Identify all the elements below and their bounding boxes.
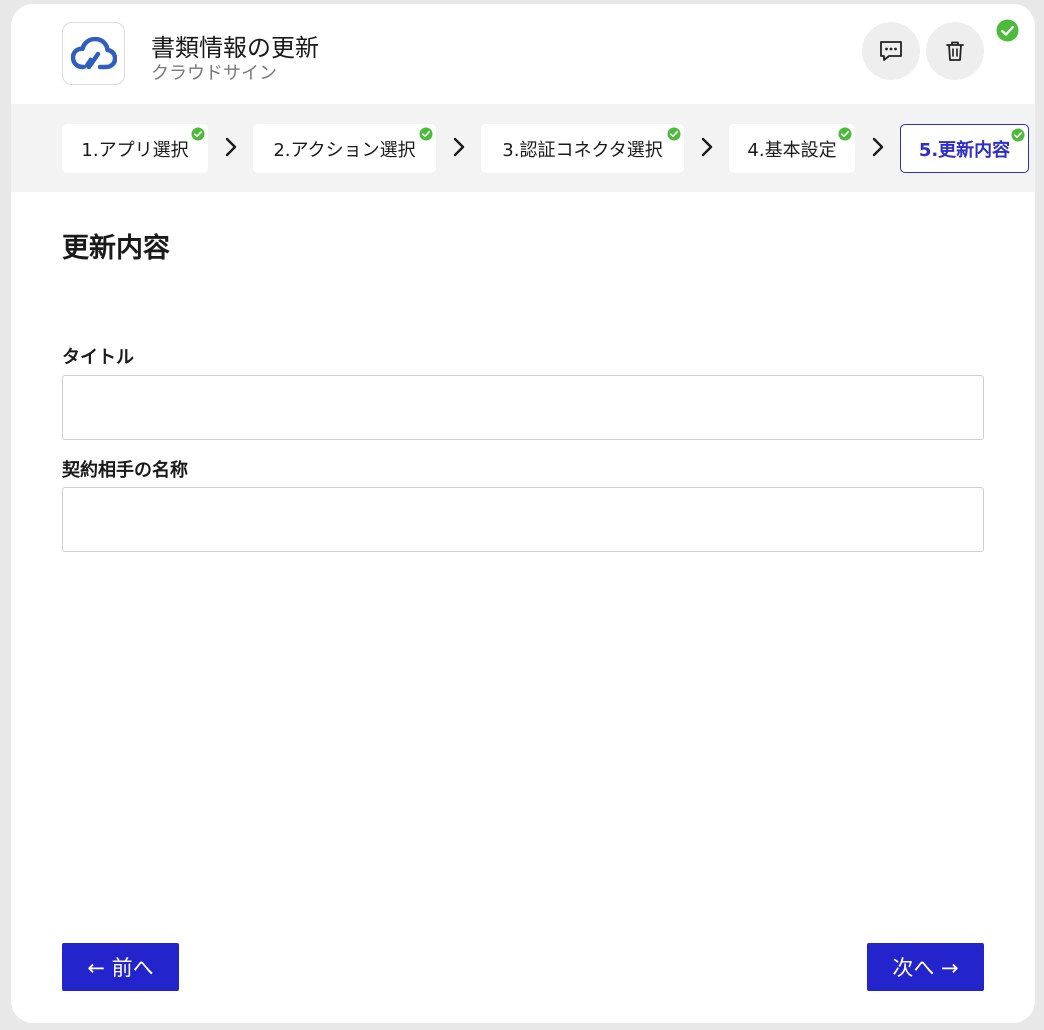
page-title: 書類情報の更新 [151,34,319,62]
trash-icon [946,41,964,61]
check-circle-icon [1011,128,1025,142]
app-logo [62,22,125,85]
check-circle-icon [996,19,1019,42]
header: 書類情報の更新 クラウドサイン [11,4,1035,104]
step-label: 1.アプリ選択 [81,139,189,161]
step-action-select[interactable]: 2.アクション選択 [253,124,436,173]
chevron-right-icon [872,137,884,157]
step-label: 2.アクション選択 [273,139,416,161]
chevron-right-icon [225,137,237,157]
title-input[interactable] [62,375,984,440]
counterparty-name-input[interactable] [62,487,984,552]
step-app-select[interactable]: 1.アプリ選択 [62,124,208,173]
counterparty-name-field-label: 契約相手の名称 [62,460,188,481]
previous-button[interactable]: ← 前へ [62,943,179,991]
step-label: 4.基本設定 [747,139,837,161]
delete-button[interactable] [926,22,984,80]
next-button[interactable]: 次へ → [867,943,984,991]
check-circle-icon [419,127,433,141]
section-title: 更新内容 [62,233,170,264]
check-circle-icon [667,127,681,141]
chevron-right-icon [701,137,713,157]
check-circle-icon [191,127,205,141]
cloudsign-cloud-icon [70,36,117,69]
comment-button[interactable] [862,22,920,80]
step-label: 3.認証コネクタ選択 [502,139,663,161]
step-label: 5.更新内容 [918,139,1011,161]
chevron-right-icon [453,137,465,157]
step-navigation: 1.アプリ選択 2.アクション選択 3.認証コネクタ選択 4.基本設定 5.更新… [11,104,1035,192]
step-basic-settings[interactable]: 4.基本設定 [729,124,855,173]
app-name: クラウドサイン [151,63,277,84]
step-update-content[interactable]: 5.更新内容 [900,124,1029,173]
check-circle-icon [838,127,852,141]
comment-icon [880,41,902,61]
step-auth-connector-select[interactable]: 3.認証コネクタ選択 [481,124,684,173]
workflow-step-card: 書類情報の更新 クラウドサイン 1.アプリ選択 2.アクション選択 3.認証コネ… [11,4,1035,1023]
title-field-label: タイトル [62,347,134,368]
